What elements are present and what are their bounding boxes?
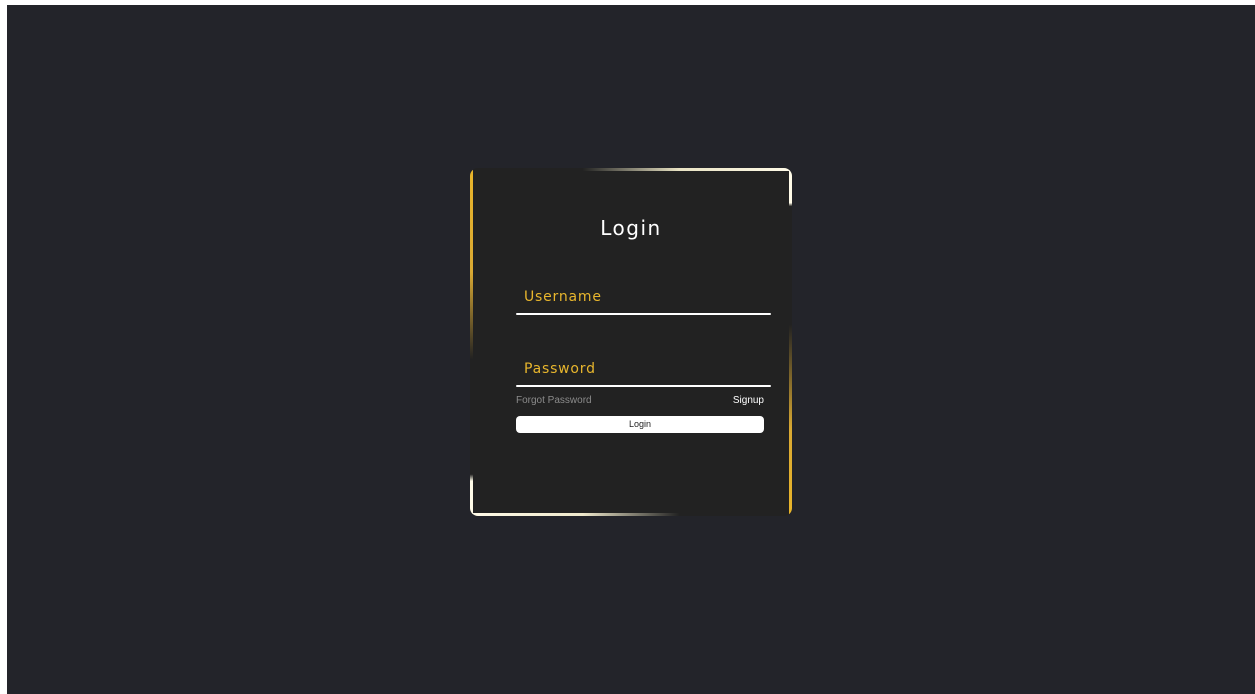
password-label: Password — [524, 361, 596, 377]
card-glow-border-right — [789, 168, 792, 516]
page-title: Login — [600, 216, 662, 240]
form-links: Forgot Password Signup — [516, 395, 764, 409]
page-background: Login Username Password Forgot Password … — [7, 5, 1255, 694]
username-underline — [516, 313, 771, 315]
username-field[interactable]: Username — [516, 275, 771, 315]
password-field[interactable]: Password — [516, 347, 771, 387]
login-button[interactable]: Login — [516, 416, 764, 433]
login-card: Login Username Password Forgot Password … — [470, 168, 792, 516]
username-label: Username — [524, 289, 602, 305]
forgot-password-link[interactable]: Forgot Password — [516, 395, 592, 406]
signup-link[interactable]: Signup — [733, 395, 764, 406]
password-underline — [516, 385, 771, 387]
card-glow-border-bottom — [470, 513, 792, 516]
login-form: Login Username Password Forgot Password … — [473, 171, 789, 513]
